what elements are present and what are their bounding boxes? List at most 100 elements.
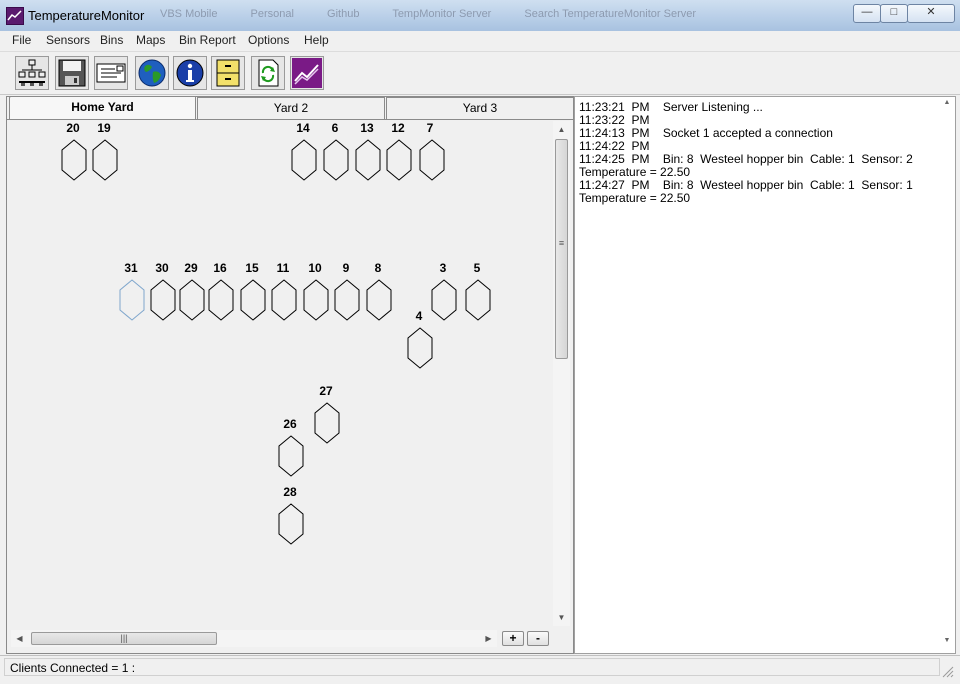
cable-card-icon — [96, 63, 126, 83]
tab-home-yard[interactable]: Home Yard — [9, 96, 196, 120]
server-log-panel[interactable]: 11:23:21 PM Server Listening ... 11:23:2… — [574, 96, 956, 654]
background-taskbar: VBS Mobile Personal Github TempMonitor S… — [160, 8, 850, 24]
network-sensors-icon — [18, 59, 46, 86]
network-sensors-button[interactable] — [15, 56, 49, 90]
maximize-button[interactable]: □ — [880, 4, 908, 23]
vertical-scrollbar[interactable]: ▲ ≡ ▼ — [553, 121, 570, 626]
log-scroll-up-icon[interactable]: ▲ — [940, 99, 954, 106]
bin-label: 20 — [66, 121, 80, 135]
globe-icon — [138, 59, 166, 87]
bin-map-canvas: 20 19 14 6 13 12 7 31 30 29 16 15 11 10 9 8 3 5 4 27 26 28 — [9, 121, 549, 626]
bin-label: 15 — [245, 261, 259, 275]
bin-icon[interactable] — [419, 139, 445, 181]
bin-label: 31 — [124, 261, 138, 275]
bin-label: 13 — [360, 121, 374, 135]
zoom-in-button[interactable]: + — [502, 631, 524, 646]
log-line: 11:24:13 PM Socket 1 accepted a connecti… — [579, 126, 833, 140]
bin-icon[interactable] — [334, 279, 360, 321]
menu-help[interactable]: Help — [304, 33, 329, 47]
trend-chart-button[interactable] — [290, 56, 324, 90]
scroll-right-arrow-icon[interactable]: ▶ — [480, 630, 497, 647]
bin-icon[interactable] — [278, 503, 304, 545]
status-panel — [4, 658, 940, 676]
close-button[interactable]: ✕ — [907, 4, 955, 23]
bin-label: 6 — [331, 121, 339, 135]
bin-label: 14 — [296, 121, 310, 135]
bin-label: 27 — [319, 384, 333, 398]
bin-label: 10 — [308, 261, 322, 275]
background-task: Search TemperatureMonitor Server — [524, 8, 697, 20]
file-cabinet-button[interactable] — [211, 56, 245, 90]
window-title: TemperatureMonitor — [28, 8, 145, 23]
horizontal-scrollbar[interactable]: ◀ ||| ▶ — [11, 630, 497, 647]
app-icon — [6, 7, 24, 25]
scroll-left-arrow-icon[interactable]: ◀ — [11, 630, 28, 647]
refresh-button[interactable] — [251, 56, 285, 90]
clients-connected-status: Clients Connected = 1 : — [10, 661, 136, 675]
globe-button[interactable] — [135, 56, 169, 90]
bin-icon[interactable] — [150, 279, 176, 321]
bin-icon[interactable] — [61, 139, 87, 181]
menu-options[interactable]: Options — [248, 33, 289, 47]
bin-icon[interactable] — [355, 139, 381, 181]
menu-sensors[interactable]: Sensors — [46, 33, 90, 47]
minimize-button[interactable]: — — [853, 4, 881, 23]
menu-file[interactable]: File — [12, 33, 31, 47]
log-line: 11:24:25 PM Bin: 8 Westeel hopper bin Ca… — [579, 152, 913, 166]
bin-icon[interactable] — [119, 279, 145, 321]
save-disk-icon — [58, 59, 86, 87]
bin-icon[interactable] — [92, 139, 118, 181]
yard-map-panel: Home Yard Yard 2 Yard 3 20 19 14 6 13 12 7 31 30… — [6, 96, 574, 654]
bin-label: 26 — [283, 417, 297, 431]
bin-icon[interactable] — [278, 435, 304, 477]
toolbar — [0, 52, 960, 95]
resize-grip-icon[interactable] — [940, 664, 954, 678]
bin-icon[interactable] — [291, 139, 317, 181]
log-line: 11:23:22 PM — [579, 113, 650, 127]
background-task: TempMonitor Server — [392, 8, 492, 20]
menu-bin-report[interactable]: Bin Report — [179, 33, 236, 47]
bin-icon[interactable] — [323, 139, 349, 181]
info-button[interactable] — [173, 56, 207, 90]
bin-icon[interactable] — [465, 279, 491, 321]
tab-yard-2[interactable]: Yard 2 — [197, 97, 385, 119]
bin-icon[interactable] — [240, 279, 266, 321]
bin-icon[interactable] — [303, 279, 329, 321]
vertical-scroll-thumb[interactable]: ≡ — [555, 139, 568, 359]
horizontal-scroll-thumb[interactable]: ||| — [31, 632, 217, 645]
background-task: VBS Mobile — [160, 8, 218, 20]
zoom-out-button[interactable]: - — [527, 631, 549, 646]
bin-icon[interactable] — [314, 402, 340, 444]
bin-icon[interactable] — [386, 139, 412, 181]
tab-divider — [7, 119, 573, 120]
log-scroll-down-icon[interactable]: ▼ — [940, 637, 954, 644]
title-bar: TemperatureMonitor VBS Mobile Personal G… — [0, 0, 960, 32]
bin-icon[interactable] — [407, 327, 433, 369]
scroll-down-arrow-icon[interactable]: ▼ — [553, 609, 570, 626]
bin-label: 29 — [184, 261, 198, 275]
log-line: Temperature = 22.50 — [579, 165, 691, 179]
scroll-up-arrow-icon[interactable]: ▲ — [553, 121, 570, 138]
bin-label: 28 — [283, 485, 297, 499]
bin-icon[interactable] — [431, 279, 457, 321]
status-bar: Clients Connected = 1 : — [0, 655, 960, 678]
log-line: Temperature = 22.50 — [579, 191, 691, 205]
menu-bins[interactable]: Bins — [100, 33, 123, 47]
bin-icon[interactable] — [179, 279, 205, 321]
bin-label: 12 — [391, 121, 405, 135]
cable-card-button[interactable] — [94, 56, 128, 90]
grip-icon: ≡ — [558, 238, 565, 248]
info-icon — [176, 59, 204, 87]
bin-icon[interactable] — [271, 279, 297, 321]
background-task: Personal — [250, 8, 294, 20]
menu-maps[interactable]: Maps — [136, 33, 165, 47]
bin-icon[interactable] — [366, 279, 392, 321]
refresh-document-icon — [258, 59, 279, 87]
bin-icon[interactable] — [208, 279, 234, 321]
bin-label: 5 — [473, 261, 481, 275]
bin-label: 19 — [97, 121, 111, 135]
bin-label: 4 — [415, 309, 423, 323]
save-button[interactable] — [55, 56, 89, 90]
tab-yard-3[interactable]: Yard 3 — [386, 97, 574, 119]
bin-label: 11 — [276, 261, 290, 275]
